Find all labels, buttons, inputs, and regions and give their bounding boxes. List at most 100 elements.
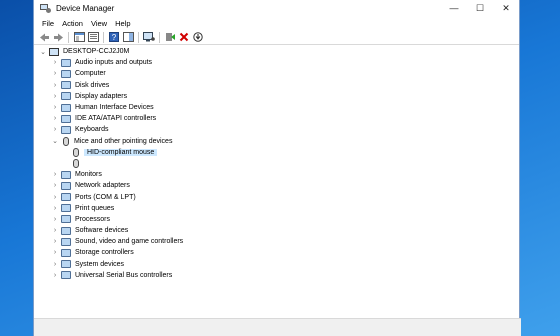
usb-icon — [61, 271, 71, 280]
toolbar-separator — [159, 31, 160, 43]
tree-category[interactable]: › Network adapters — [34, 180, 521, 191]
category-label: Software devices — [75, 227, 129, 235]
collapse-chevron-icon[interactable]: › — [51, 249, 59, 256]
collapse-chevron-icon[interactable]: › — [51, 238, 59, 245]
action-pane-icon[interactable] — [122, 32, 134, 43]
menu-bar: File Action View Help — [34, 16, 519, 30]
device-label: HID-compliant mouse — [84, 148, 158, 156]
collapse-chevron-icon[interactable]: › — [51, 59, 59, 66]
menu-file[interactable]: File — [38, 19, 58, 28]
tree-category[interactable]: › Monitors — [34, 169, 521, 180]
collapse-chevron-icon[interactable]: › — [51, 126, 59, 133]
category-label: Ports (COM & LPT) — [75, 193, 136, 201]
tree-category[interactable]: › Ports (COM & LPT) — [34, 191, 521, 202]
storage-controller-icon — [61, 248, 71, 257]
disable-device-icon[interactable] — [192, 32, 204, 43]
mouse-icon — [63, 136, 69, 146]
tree-category-expanded[interactable]: ⌄ Mice and other pointing devices — [34, 136, 521, 147]
tree-category[interactable]: › Audio inputs and outputs — [34, 57, 521, 68]
category-label: Monitors — [75, 171, 102, 179]
collapse-chevron-icon[interactable]: › — [51, 115, 59, 122]
category-label: IDE ATA/ATAPI controllers — [75, 115, 157, 123]
network-adapter-icon — [61, 181, 71, 190]
tree-category[interactable]: › Computer — [34, 68, 521, 79]
expand-chevron-icon[interactable]: ⌄ — [51, 137, 59, 145]
update-driver-icon[interactable] — [164, 32, 176, 43]
show-hide-console-tree-icon[interactable] — [87, 32, 99, 43]
status-bar — [34, 318, 521, 336]
device-tree: ⌄ DESKTOP-CCJ2J0M › Audio inputs and outp… — [34, 46, 521, 318]
collapse-chevron-icon[interactable]: › — [51, 227, 59, 234]
monitor-icon — [61, 170, 71, 179]
collapse-chevron-icon[interactable]: › — [51, 104, 59, 111]
tree-category[interactable]: › System devices — [34, 259, 521, 270]
tree-category[interactable]: › Print queues — [34, 203, 521, 214]
properties-pane-icon[interactable] — [73, 32, 85, 43]
tree-device[interactable] — [34, 158, 521, 169]
collapse-chevron-icon[interactable]: › — [51, 93, 59, 100]
port-icon — [61, 193, 71, 202]
collapse-chevron-icon[interactable]: › — [51, 261, 59, 268]
category-label: Mice and other pointing devices — [74, 137, 173, 145]
tree-category[interactable]: › IDE ATA/ATAPI controllers — [34, 113, 521, 124]
sound-icon — [61, 237, 71, 246]
collapse-chevron-icon[interactable]: › — [51, 70, 59, 77]
device-manager-icon — [40, 3, 51, 13]
computer-icon — [61, 69, 71, 78]
tree-category[interactable]: › Sound, video and game controllers — [34, 236, 521, 247]
category-label: Universal Serial Bus controllers — [75, 271, 173, 279]
svg-text:?: ? — [112, 33, 117, 42]
maximize-button[interactable]: ☐ — [467, 0, 493, 16]
category-label: Network adapters — [75, 182, 130, 190]
title-bar[interactable]: Device Manager — ☐ ✕ — [34, 0, 519, 16]
menu-view[interactable]: View — [87, 19, 111, 28]
toolbar: ? — [34, 30, 519, 45]
toolbar-separator — [138, 31, 139, 43]
speaker-icon — [61, 58, 71, 67]
category-label: Storage controllers — [75, 249, 134, 257]
tree-category[interactable]: › Universal Serial Bus controllers — [34, 270, 521, 281]
tree-category[interactable]: › Keyboards — [34, 124, 521, 135]
system-device-icon — [61, 260, 71, 269]
category-label: System devices — [75, 260, 125, 268]
tree-device-selected[interactable]: HID-compliant mouse — [34, 147, 521, 158]
scan-hardware-icon[interactable] — [143, 32, 155, 43]
category-label: Disk drives — [75, 81, 110, 89]
toolbar-separator — [68, 31, 69, 43]
tree-category[interactable]: › Storage controllers — [34, 247, 521, 258]
tree-root-label: DESKTOP-CCJ2J0M — [63, 48, 130, 56]
collapse-chevron-icon[interactable]: › — [51, 205, 59, 212]
software-device-icon — [61, 226, 71, 235]
collapse-chevron-icon[interactable]: › — [51, 171, 59, 178]
forward-icon[interactable] — [52, 32, 64, 43]
back-icon[interactable] — [38, 32, 50, 43]
close-button[interactable]: ✕ — [493, 0, 519, 16]
collapse-chevron-icon[interactable]: › — [51, 272, 59, 279]
tree-category[interactable]: › Software devices — [34, 225, 521, 236]
collapse-chevron-icon[interactable]: › — [51, 182, 59, 189]
collapse-chevron-icon[interactable]: › — [51, 82, 59, 89]
computer-icon — [49, 47, 59, 56]
category-label: Keyboards — [75, 126, 109, 134]
tree-root[interactable]: ⌄ DESKTOP-CCJ2J0M — [34, 46, 521, 57]
disk-drive-icon — [61, 81, 71, 90]
tree-category[interactable]: › Human Interface Devices — [34, 102, 521, 113]
toolbar-separator — [103, 31, 104, 43]
menu-action[interactable]: Action — [58, 19, 87, 28]
keyboard-icon — [61, 125, 71, 134]
printer-icon — [61, 204, 71, 213]
tree-category[interactable]: › Processors — [34, 214, 521, 225]
menu-help[interactable]: Help — [111, 19, 134, 28]
tree-category[interactable]: › Display adapters — [34, 91, 521, 102]
category-label: Sound, video and game controllers — [75, 238, 184, 246]
tree-category[interactable]: › Disk drives — [34, 80, 521, 91]
expand-chevron-icon[interactable]: ⌄ — [39, 48, 47, 56]
collapse-chevron-icon[interactable]: › — [51, 194, 59, 201]
mouse-icon — [73, 147, 79, 157]
ide-controller-icon — [61, 114, 71, 123]
category-label: Audio inputs and outputs — [75, 59, 153, 67]
minimize-button[interactable]: — — [441, 0, 467, 16]
uninstall-icon[interactable] — [178, 32, 190, 43]
help-icon[interactable]: ? — [108, 32, 120, 43]
collapse-chevron-icon[interactable]: › — [51, 216, 59, 223]
